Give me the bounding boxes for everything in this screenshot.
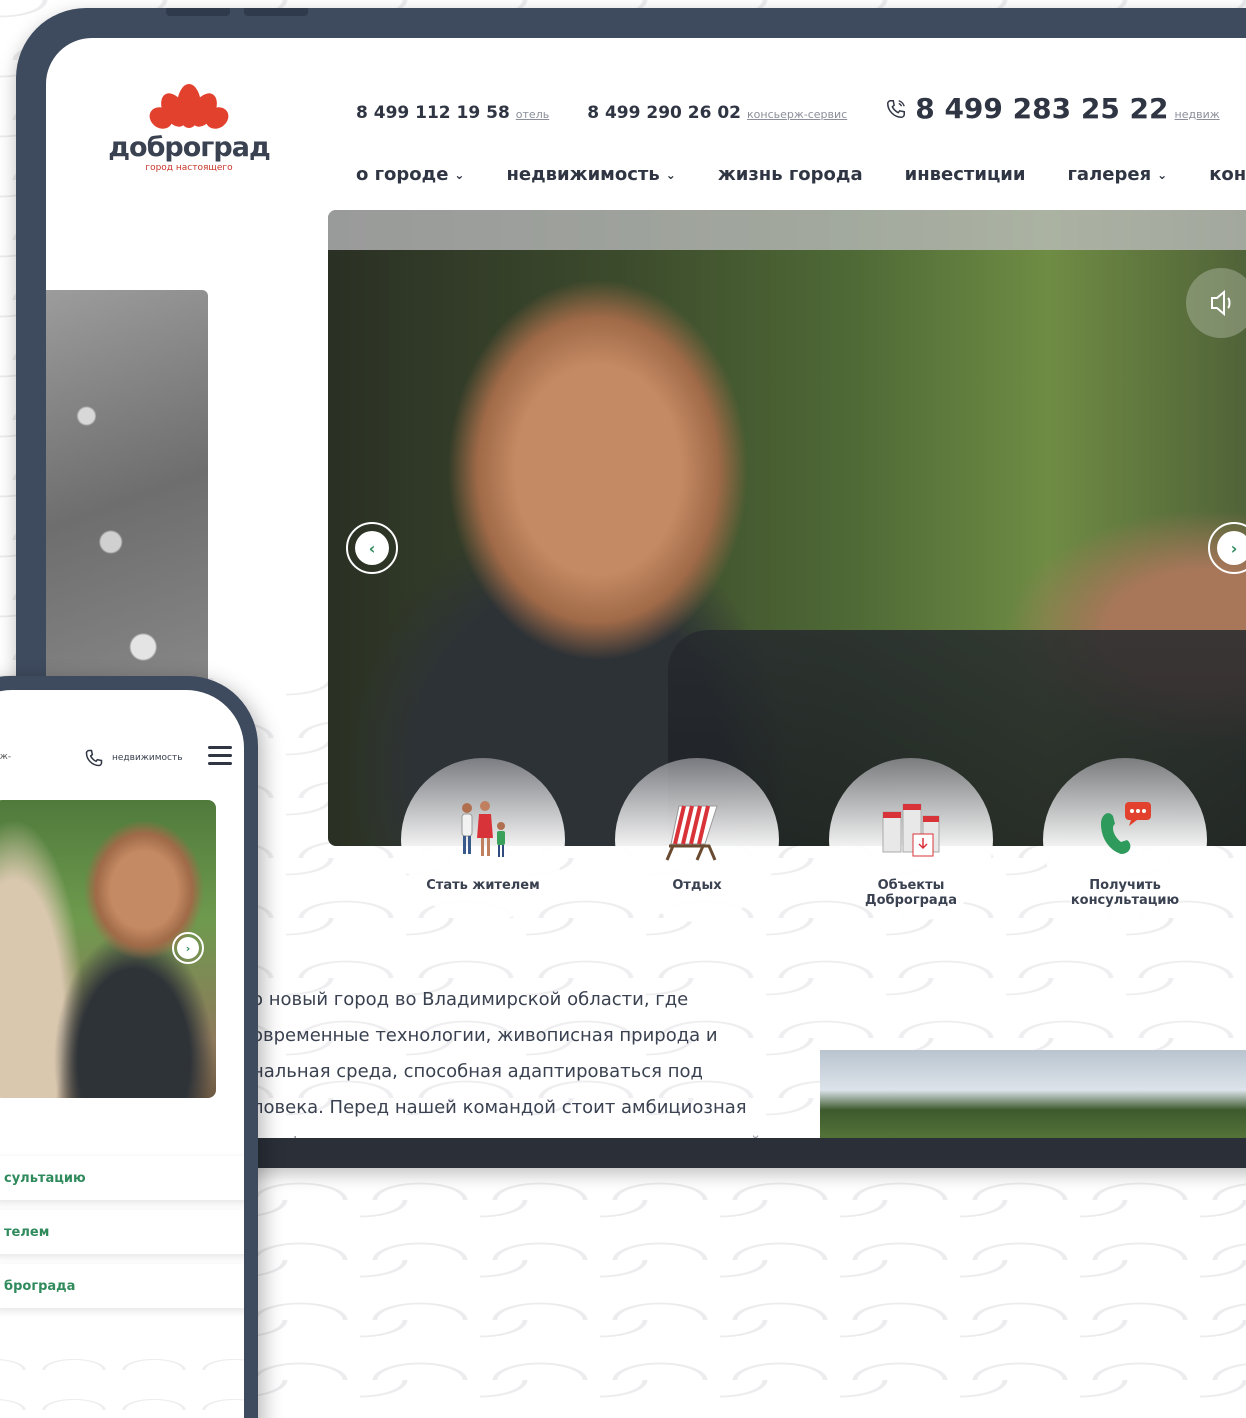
mobile-hero-slider[interactable]: › [0, 800, 216, 1098]
about-line: комфортность жизни здесь для всех трех п… [252, 1126, 812, 1138]
chevron-right-icon: › [1217, 531, 1246, 565]
chevron-left-icon: ‹ [355, 531, 389, 565]
speaker-icon [1211, 289, 1231, 317]
hamburger-menu-icon[interactable] [208, 746, 232, 770]
buildings-icon [882, 803, 940, 857]
nav-realty[interactable]: недвижимость ⌄ [506, 164, 675, 185]
phone-chat-icon [1101, 802, 1151, 854]
site-logo[interactable]: доброград город настоящего [104, 84, 274, 173]
slider-next-button[interactable]: › [1208, 522, 1246, 574]
chevron-right-icon: › [177, 937, 199, 959]
about-line: овременные технологии, живописная природ… [252, 1025, 718, 1046]
car-roof [328, 210, 1246, 250]
mobile-call-link[interactable]: недвижимость [84, 748, 183, 768]
chevron-down-icon: ⌄ [1157, 167, 1168, 182]
realty-phone[interactable]: 8 499 283 25 22 [915, 92, 1168, 125]
quick-link-circle [615, 758, 779, 922]
about-line: о новый город во Владимирской области, г… [252, 989, 689, 1010]
realty-phone-label[interactable]: недвиж [1175, 108, 1220, 121]
quick-link-label: Стать жителем [426, 878, 540, 893]
nav-about-city[interactable]: о городе ⌄ [356, 164, 464, 185]
hotel-phone[interactable]: 8 499 112 19 58 [356, 103, 510, 123]
mobile-slider-next-button[interactable]: › [172, 932, 204, 964]
nav-label: инвестиции [904, 164, 1026, 185]
mobile-objects-button[interactable]: брограда [0, 1264, 244, 1308]
wave-pattern [0, 1330, 244, 1418]
logo-petals-icon [149, 84, 229, 129]
main-nav: о городе ⌄ недвижимость ⌄ жизнь города и… [356, 164, 1246, 185]
nav-label: недвижимость [506, 164, 660, 185]
header-phones: 8 499 112 19 58 отель 8 499 290 26 02 ко… [356, 92, 1246, 125]
device-button [244, 8, 308, 16]
logo-tagline: город настоящего [145, 163, 233, 173]
about-line: ловека. Перед нашей командой стоит амбиц… [252, 1097, 747, 1118]
device-button [166, 8, 230, 16]
quick-link-label: Отдых [672, 878, 722, 893]
family-icon [461, 801, 505, 857]
quick-link-become-resident[interactable]: Стать жителем [398, 758, 568, 937]
quick-link-circle [401, 758, 565, 922]
quick-link-objects[interactable]: Объекты Доброграда [826, 758, 996, 952]
nav-investments[interactable]: инвестиции [905, 164, 1026, 185]
nav-label: жизнь города [717, 164, 863, 185]
chevron-down-icon: ⌄ [665, 167, 676, 182]
mobile-call-label: недвижимость [112, 753, 183, 763]
quick-link-label: Получить консультацию [1070, 878, 1180, 908]
nav-label: галерея [1067, 164, 1152, 185]
chevron-down-icon: ⌄ [454, 167, 465, 182]
phone-icon [85, 749, 103, 767]
quick-link-leisure[interactable]: Отдых [612, 758, 782, 937]
mobile-consultation-button[interactable]: сультацию [0, 1156, 244, 1200]
mobile-frame: рж- недвижимость › сультацию телем брогр… [0, 676, 258, 1418]
side-photo [46, 290, 208, 710]
sound-toggle-button[interactable] [1186, 268, 1246, 338]
nav-city-life[interactable]: жизнь города [718, 164, 863, 185]
hero-slider[interactable]: ‹ › [328, 210, 1246, 846]
mobile-concierge-label[interactable]: рж- [0, 752, 11, 762]
nav-label: о городе [356, 164, 449, 185]
phone-icon [887, 99, 906, 118]
slider-prev-button[interactable]: ‹ [346, 522, 398, 574]
hotel-phone-label[interactable]: отель [516, 108, 549, 121]
quick-link-label: Объекты Доброграда [865, 878, 957, 908]
about-line: нальная среда, способная адаптироваться … [252, 1061, 703, 1082]
deck-chair-icon [665, 805, 718, 861]
mobile-become-resident-button[interactable]: телем [0, 1210, 244, 1254]
mobile-screen: рж- недвижимость › сультацию телем брогр… [0, 690, 244, 1418]
nav-contacts[interactable]: кон [1209, 164, 1246, 185]
about-text: о новый город во Владимирской области, г… [252, 982, 812, 1138]
nav-label: кон [1209, 164, 1246, 185]
quick-link-consultation[interactable]: Получить консультацию [1040, 758, 1210, 952]
about-photo [820, 1050, 1246, 1138]
concierge-phone-label[interactable]: консьерж-сервис [747, 108, 847, 121]
concierge-phone[interactable]: 8 499 290 26 02 [587, 103, 741, 123]
nav-gallery[interactable]: галерея ⌄ [1068, 164, 1168, 185]
logo-name: доброград [108, 132, 271, 163]
